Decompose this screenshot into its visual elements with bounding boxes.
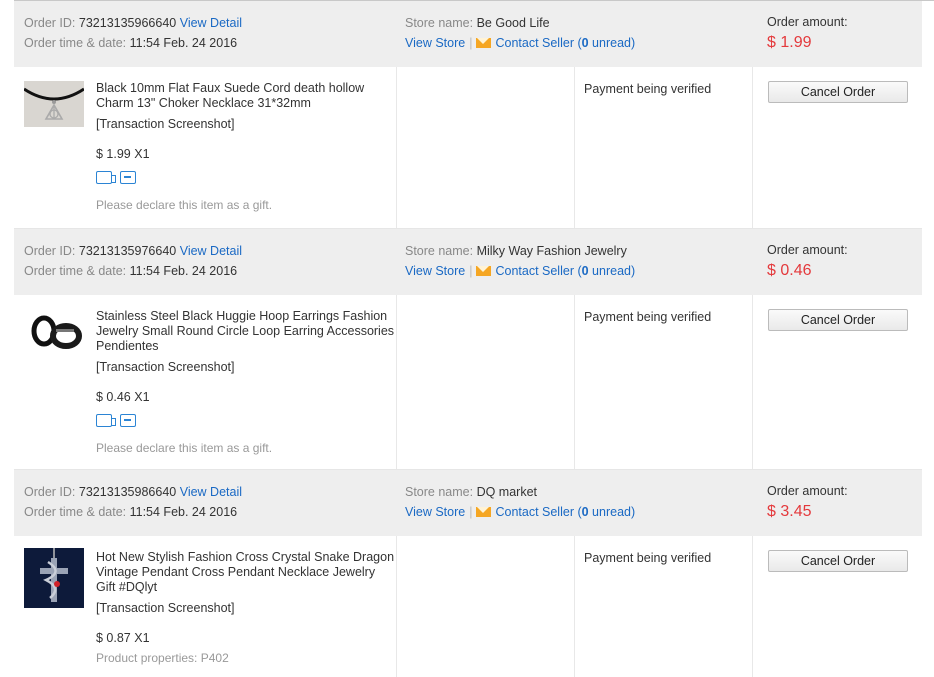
column-divider bbox=[396, 536, 397, 677]
order-amount-value: $ 0.46 bbox=[767, 262, 812, 279]
store-name-line: Store name: Milky Way Fashion Jewelry bbox=[405, 243, 627, 259]
column-divider bbox=[752, 67, 753, 228]
hoop-earrings-thumbnail[interactable] bbox=[24, 309, 84, 355]
store-links: View Store | Contact Seller (0 unread) bbox=[405, 504, 635, 520]
separator: | bbox=[469, 36, 473, 50]
cross-pendant-thumbnail[interactable] bbox=[24, 548, 84, 608]
order-status: Payment being verified bbox=[584, 551, 712, 565]
store-name-label: Store name: bbox=[405, 244, 474, 258]
unread-count: 0 bbox=[581, 264, 589, 278]
item-service-icons bbox=[96, 414, 136, 427]
transaction-screenshot-link[interactable]: [Transaction Screenshot] bbox=[96, 601, 235, 615]
store-name-label: Store name: bbox=[405, 485, 474, 499]
order-time-label: Order time & date: bbox=[24, 36, 127, 50]
store-name-line: Store name: DQ market bbox=[405, 484, 537, 500]
order-id-label: Order ID: bbox=[24, 16, 76, 30]
order-id-value: 73213135976640 bbox=[78, 244, 177, 258]
mail-icon bbox=[476, 266, 492, 276]
choker-necklace-thumbnail[interactable] bbox=[24, 81, 84, 127]
view-detail-link[interactable]: View Detail bbox=[180, 485, 242, 499]
mail-icon bbox=[476, 38, 492, 48]
order-time-label: Order time & date: bbox=[24, 505, 127, 519]
item-title-link[interactable]: Hot New Stylish Fashion Cross Crystal Sn… bbox=[96, 550, 396, 595]
store-links: View Store | Contact Seller (0 unread) bbox=[405, 35, 635, 51]
order-id-label: Order ID: bbox=[24, 244, 76, 258]
order-id-line: Order ID: 73213135966640 View Detail bbox=[24, 15, 242, 31]
return-policy-icon[interactable] bbox=[120, 414, 136, 427]
column-divider bbox=[574, 536, 575, 677]
item-title-link[interactable]: Stainless Steel Black Huggie Hoop Earrin… bbox=[96, 309, 396, 354]
order-time-label: Order time & date: bbox=[24, 264, 127, 278]
order-header: Order ID: 73213135986640 View Detail Ord… bbox=[14, 470, 922, 536]
contact-seller-link[interactable]: Contact Seller (0 unread) bbox=[495, 264, 635, 278]
order-id-line: Order ID: 73213135976640 View Detail bbox=[24, 243, 242, 259]
order-time-value: 11:54 Feb. 24 2016 bbox=[129, 264, 238, 278]
item-price-quantity: $ 0.87 X1 bbox=[96, 631, 150, 645]
column-divider bbox=[396, 295, 397, 469]
order-id-line: Order ID: 73213135986640 View Detail bbox=[24, 484, 242, 500]
order-time-line: Order time & date: 11:54 Feb. 24 2016 bbox=[24, 263, 237, 279]
store-name-value: Milky Way Fashion Jewelry bbox=[476, 244, 627, 258]
order-item-row: Black 10mm Flat Faux Suede Cord death ho… bbox=[14, 67, 922, 229]
item-note: Please declare this item as a gift. bbox=[96, 198, 273, 212]
product-properties: Product properties: P402 bbox=[96, 651, 229, 665]
order-time-value: 11:54 Feb. 24 2016 bbox=[129, 36, 238, 50]
transaction-screenshot-link[interactable]: [Transaction Screenshot] bbox=[96, 360, 235, 374]
order-amount-label: Order amount: bbox=[767, 15, 848, 29]
order-id-label: Order ID: bbox=[24, 485, 76, 499]
order-header: Order ID: 73213135976640 View Detail Ord… bbox=[14, 229, 922, 295]
view-store-link[interactable]: View Store bbox=[405, 264, 465, 278]
cancel-order-button[interactable]: Cancel Order bbox=[768, 81, 908, 103]
view-store-link[interactable]: View Store bbox=[405, 505, 465, 519]
view-store-link[interactable]: View Store bbox=[405, 36, 465, 50]
view-detail-link[interactable]: View Detail bbox=[180, 244, 242, 258]
store-links: View Store | Contact Seller (0 unread) bbox=[405, 263, 635, 279]
item-service-icons bbox=[96, 171, 136, 184]
view-detail-link[interactable]: View Detail bbox=[180, 16, 242, 30]
item-note: Please declare this item as a gift. bbox=[96, 441, 273, 455]
order-status: Payment being verified bbox=[584, 82, 712, 96]
separator: | bbox=[469, 264, 473, 278]
store-name-value: DQ market bbox=[476, 485, 538, 499]
contact-seller-link[interactable]: Contact Seller (0 unread) bbox=[495, 36, 635, 50]
column-divider bbox=[574, 67, 575, 228]
unread-count: 0 bbox=[581, 505, 589, 519]
column-divider bbox=[752, 295, 753, 469]
separator: | bbox=[469, 505, 473, 519]
order-amount-label: Order amount: bbox=[767, 484, 848, 498]
order-amount-label: Order amount: bbox=[767, 243, 848, 257]
item-price-quantity: $ 0.46 X1 bbox=[96, 390, 150, 404]
order-time-line: Order time & date: 11:54 Feb. 24 2016 bbox=[24, 35, 237, 51]
cancel-order-button[interactable]: Cancel Order bbox=[768, 309, 908, 331]
cancel-order-button[interactable]: Cancel Order bbox=[768, 550, 908, 572]
unread-count: 0 bbox=[581, 36, 589, 50]
column-divider bbox=[574, 295, 575, 469]
order-id-value: 73213135986640 bbox=[78, 485, 177, 499]
order-status: Payment being verified bbox=[584, 310, 712, 324]
item-price-quantity: $ 1.99 X1 bbox=[96, 147, 150, 161]
store-name-value: Be Good Life bbox=[476, 16, 550, 30]
order-list: Order ID: 73213135966640 View Detail Ord… bbox=[14, 1, 922, 677]
order-id-value: 73213135966640 bbox=[78, 16, 177, 30]
item-title-link[interactable]: Black 10mm Flat Faux Suede Cord death ho… bbox=[96, 81, 396, 111]
order-time-value: 11:54 Feb. 24 2016 bbox=[129, 505, 238, 519]
mail-icon bbox=[476, 507, 492, 517]
order-time-line: Order time & date: 11:54 Feb. 24 2016 bbox=[24, 504, 237, 520]
shipping-truck-icon[interactable] bbox=[96, 414, 116, 427]
order-item-row: Stainless Steel Black Huggie Hoop Earrin… bbox=[14, 295, 922, 470]
contact-seller-link[interactable]: Contact Seller (0 unread) bbox=[495, 505, 635, 519]
store-name-label: Store name: bbox=[405, 16, 474, 30]
column-divider bbox=[396, 67, 397, 228]
return-policy-icon[interactable] bbox=[120, 171, 136, 184]
store-name-line: Store name: Be Good Life bbox=[405, 15, 550, 31]
order-item-row: Hot New Stylish Fashion Cross Crystal Sn… bbox=[14, 536, 922, 677]
order-amount-value: $ 3.45 bbox=[767, 503, 812, 520]
order-header: Order ID: 73213135966640 View Detail Ord… bbox=[14, 1, 922, 67]
transaction-screenshot-link[interactable]: [Transaction Screenshot] bbox=[96, 117, 235, 131]
column-divider bbox=[752, 536, 753, 677]
order-amount-value: $ 1.99 bbox=[767, 34, 812, 51]
shipping-truck-icon[interactable] bbox=[96, 171, 116, 184]
